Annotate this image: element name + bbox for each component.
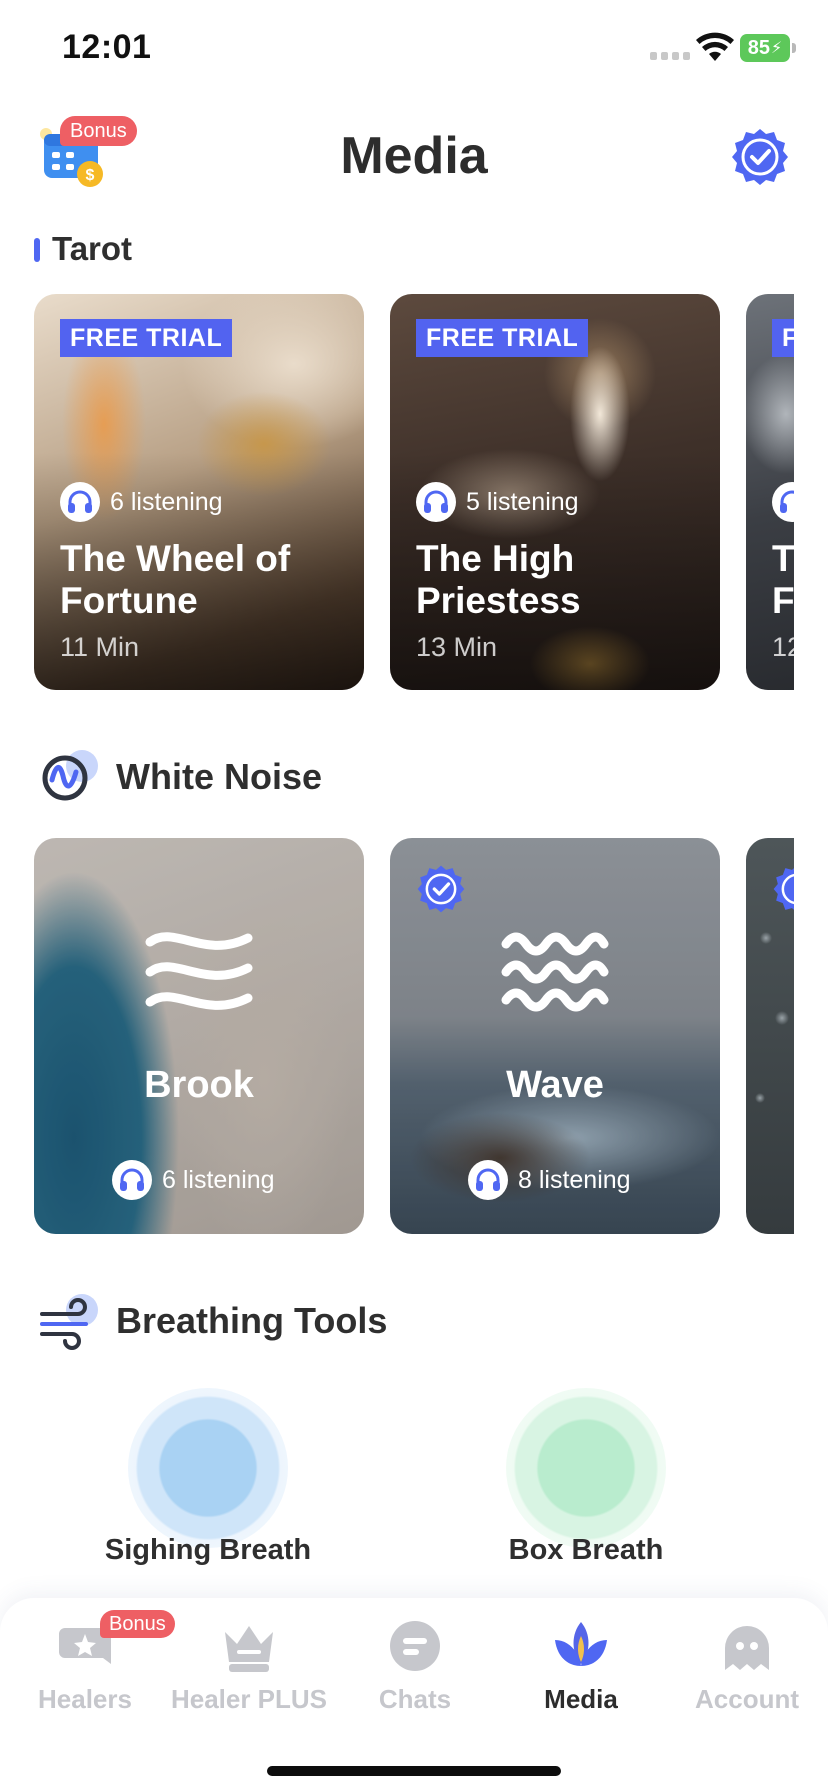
crown-icon <box>225 1626 273 1672</box>
section-accent-bar <box>34 238 40 262</box>
headphones-icon <box>60 482 100 522</box>
tarot-card-duration: 13 Min <box>416 632 498 662</box>
listening-text: 5 listening <box>466 487 579 516</box>
section-title-white-noise: White Noise <box>116 756 323 797</box>
tab-chats[interactable]: Chats <box>332 1618 498 1718</box>
free-trial-badge: FREE TRIAL <box>416 319 589 357</box>
free-trial-badge: FREE TRIAL <box>772 319 794 357</box>
tab-account[interactable]: Account <box>664 1618 828 1718</box>
white-noise-card[interactable]: Wave 8 listening <box>390 838 720 1234</box>
ocean-waves-icon <box>501 932 609 1012</box>
ghost-avatar-icon <box>725 1626 769 1670</box>
section-title-breathing-tools: Breathing Tools <box>116 1300 388 1341</box>
listening-count: 5 listening <box>416 482 579 522</box>
status-bar: 12:01 85 ⚡ <box>0 0 828 100</box>
listening-text: 8 listening <box>518 1165 631 1194</box>
headphones-icon <box>468 1160 508 1200</box>
listening-text: 6 listening <box>162 1165 275 1194</box>
headphones-icon <box>112 1160 152 1200</box>
breathing-tool-sighing[interactable]: Sighing Breath <box>98 1388 318 1588</box>
home-indicator <box>267 1766 561 1776</box>
tarot-card[interactable]: FREE TRIAL 5 listening The High Priestes… <box>390 294 720 690</box>
battery-level: 85 <box>747 36 770 59</box>
wind-icon <box>40 1294 98 1350</box>
listening-count: 6 listening <box>112 1160 275 1200</box>
breathing-tool-label: Box Breath <box>508 1534 664 1566</box>
tarot-card-title: T F <box>772 538 794 621</box>
tarot-card-title: The Wheel of Fortune <box>60 538 291 621</box>
white-noise-title: Wave <box>506 1064 604 1106</box>
free-trial-badge: FREE TRIAL <box>60 319 233 357</box>
battery-indicator: 85 ⚡ <box>740 34 790 62</box>
tab-media[interactable]: Media <box>498 1618 664 1718</box>
battery-cap <box>792 43 796 53</box>
tarot-card[interactable]: FREE TRIAL 6 listening The Wheel of Fort… <box>34 294 364 690</box>
breath-orb <box>128 1388 288 1548</box>
tarot-card-duration: 12 <box>772 632 794 662</box>
tarot-card-title: The High Priestess <box>416 538 581 621</box>
white-noise-card[interactable]: Brook 6 listening <box>34 838 364 1234</box>
tarot-card[interactable]: FREE TRIAL T F 12 <box>746 294 794 690</box>
listening-text: 6 listening <box>110 487 223 516</box>
listening-count: 6 listening <box>60 482 223 522</box>
headphones-icon <box>772 482 794 522</box>
listening-count <box>772 482 794 522</box>
white-noise-card[interactable] <box>746 838 794 1234</box>
verified-badge-icon[interactable] <box>730 127 790 187</box>
listening-count: 8 listening <box>468 1160 631 1200</box>
tab-healer-plus[interactable]: Healer PLUS <box>166 1618 332 1718</box>
lotus-icon <box>555 1622 607 1666</box>
brook-waves-icon <box>145 932 253 1010</box>
bonus-badge: Bonus <box>100 1610 175 1638</box>
tab-label: Account <box>695 1684 799 1714</box>
chat-bubble-icon <box>390 1621 440 1671</box>
cellular-signal-icon <box>650 52 690 60</box>
verified-badge-icon <box>773 868 794 910</box>
tab-label: Media <box>544 1684 618 1714</box>
status-time: 12:01 <box>62 28 152 66</box>
breathing-tool-box[interactable]: Box Breath <box>476 1388 696 1588</box>
headphones-icon <box>416 482 456 522</box>
bottom-tab-bar: Healers Bonus Healer PLUS Chats Media Ac… <box>0 1598 828 1792</box>
breath-orb <box>506 1388 666 1548</box>
tab-label: Healer PLUS <box>170 1684 328 1714</box>
white-noise-title: Brook <box>144 1064 254 1106</box>
tarot-card-row[interactable]: FREE TRIAL 6 listening The Wheel of Fort… <box>34 294 794 690</box>
tab-label: Chats <box>378 1684 452 1714</box>
verified-badge-icon <box>417 865 465 913</box>
tarot-card-duration: 11 Min <box>60 632 140 662</box>
section-title-tarot: Tarot <box>52 230 133 267</box>
white-noise-card-row[interactable]: Brook 6 listening Wave 8 listening <box>34 838 794 1234</box>
tab-label: Healers <box>38 1684 132 1714</box>
waveform-circle-icon <box>42 750 98 801</box>
page-title: Media <box>340 127 488 185</box>
wifi-icon <box>696 32 734 61</box>
breathing-tool-label: Sighing Breath <box>104 1534 312 1566</box>
